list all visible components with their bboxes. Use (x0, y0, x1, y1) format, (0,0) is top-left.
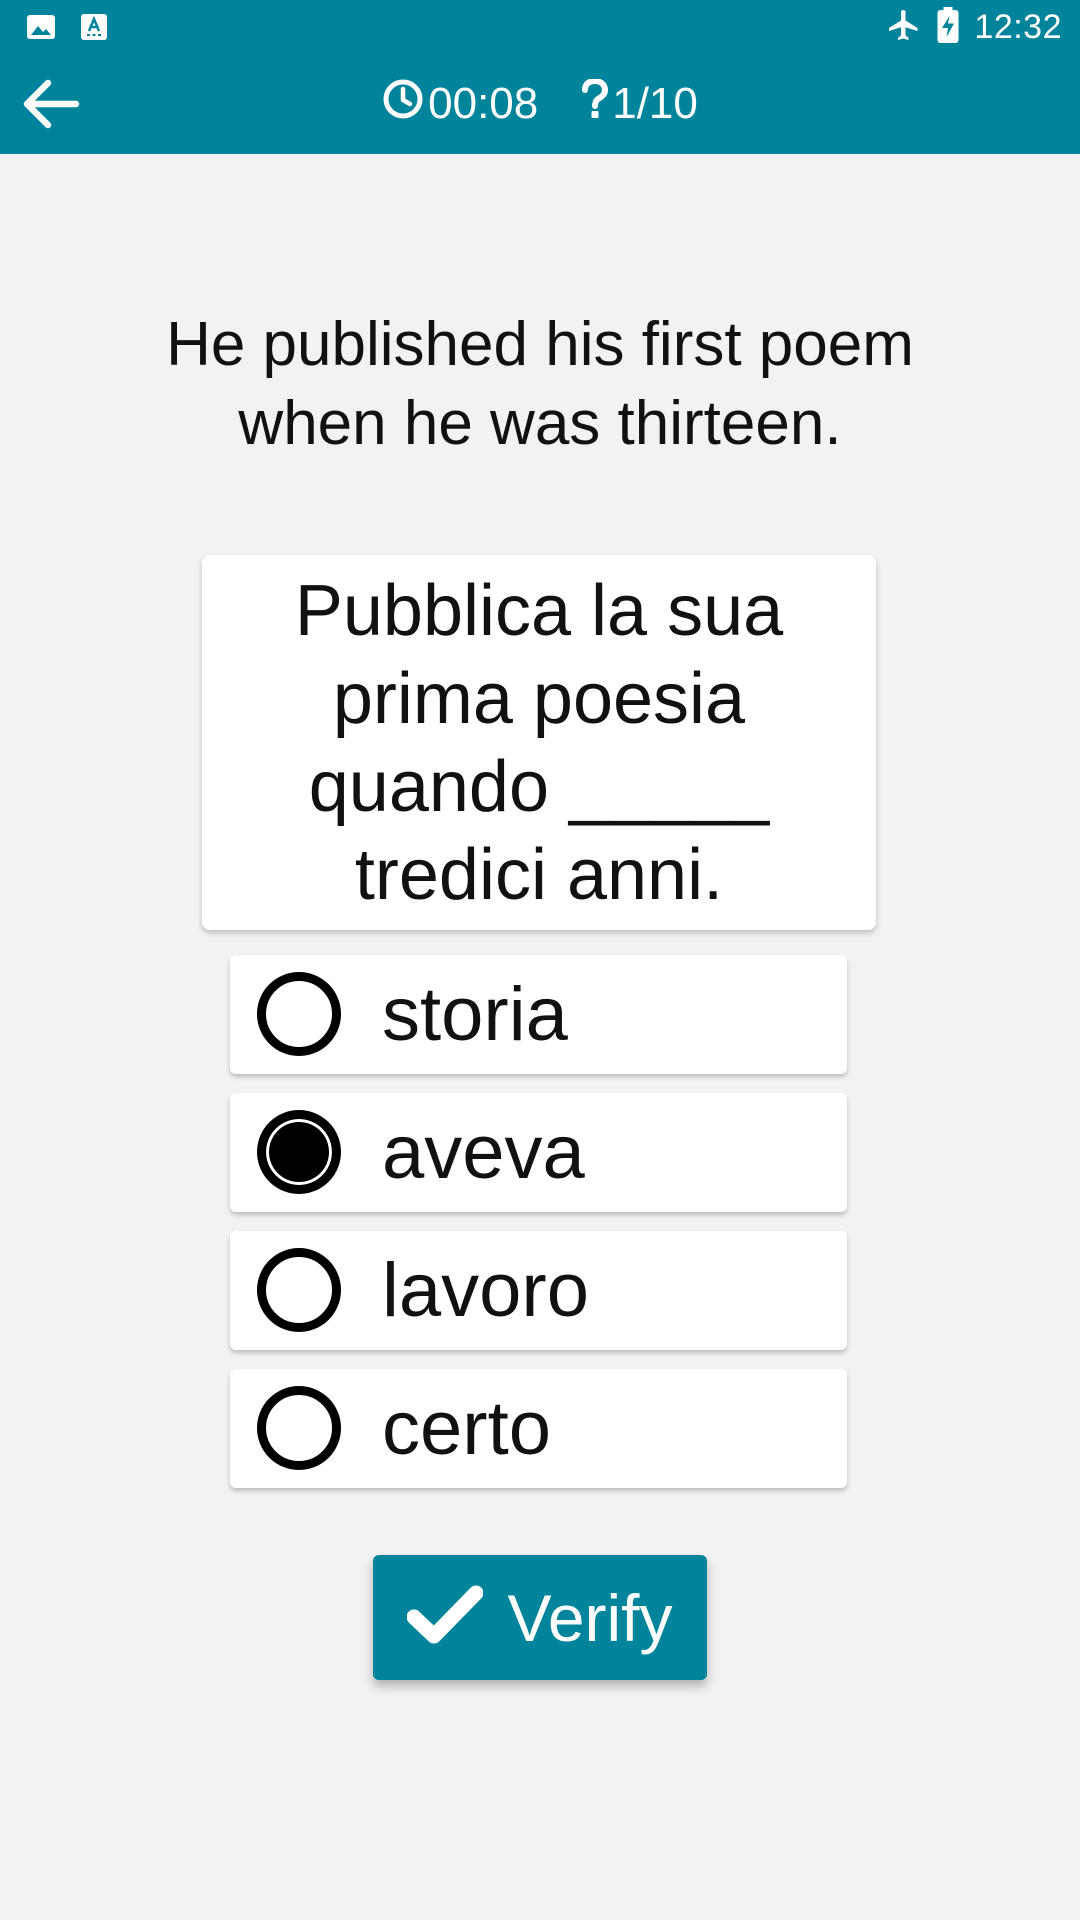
sentence-card: Pubblica la sua prima poesia quando ____… (202, 555, 876, 930)
option-storia[interactable]: storia (230, 955, 847, 1074)
timer: 00:08 (382, 78, 538, 131)
radio-button-selected[interactable] (257, 1110, 341, 1194)
timer-value: 00:08 (428, 79, 539, 128)
option-label: aveva (382, 1110, 585, 1195)
option-label: certo (382, 1386, 551, 1471)
question-icon (582, 77, 609, 130)
image-icon (26, 12, 56, 42)
airplane-icon (886, 7, 922, 48)
option-certo[interactable]: certo (230, 1369, 847, 1488)
status-bar: 12:32 (0, 0, 1080, 54)
radio-button[interactable] (257, 972, 341, 1056)
clock-icon (382, 78, 424, 131)
radio-button[interactable] (257, 1248, 341, 1332)
question-progress: 1/10 (582, 77, 698, 130)
option-lavoro[interactable]: lavoro (230, 1231, 847, 1350)
question-prompt: He published his first poem when he was … (166, 310, 914, 458)
radio-button[interactable] (257, 1386, 341, 1470)
toolbar: 00:08 1/10 (0, 54, 1080, 154)
app-header: 12:32 00:08 1/10 (0, 0, 1080, 154)
status-right: 12:32 (886, 6, 1062, 48)
check-icon (406, 1584, 484, 1651)
verify-label: Verify (507, 1580, 673, 1655)
option-label: storia (382, 972, 568, 1057)
sentence-text: Pubblica la sua prima poesia quando ____… (294, 570, 784, 915)
option-label: lavoro (382, 1248, 589, 1333)
option-aveva[interactable]: aveva (230, 1093, 847, 1212)
status-time: 12:32 (974, 7, 1062, 46)
progress-value: 1/10 (612, 79, 698, 128)
battery-charging-icon (936, 6, 960, 48)
quiz-status: 00:08 1/10 (0, 54, 1080, 154)
keyboard-icon (80, 12, 110, 42)
verify-button[interactable]: Verify (373, 1555, 707, 1680)
